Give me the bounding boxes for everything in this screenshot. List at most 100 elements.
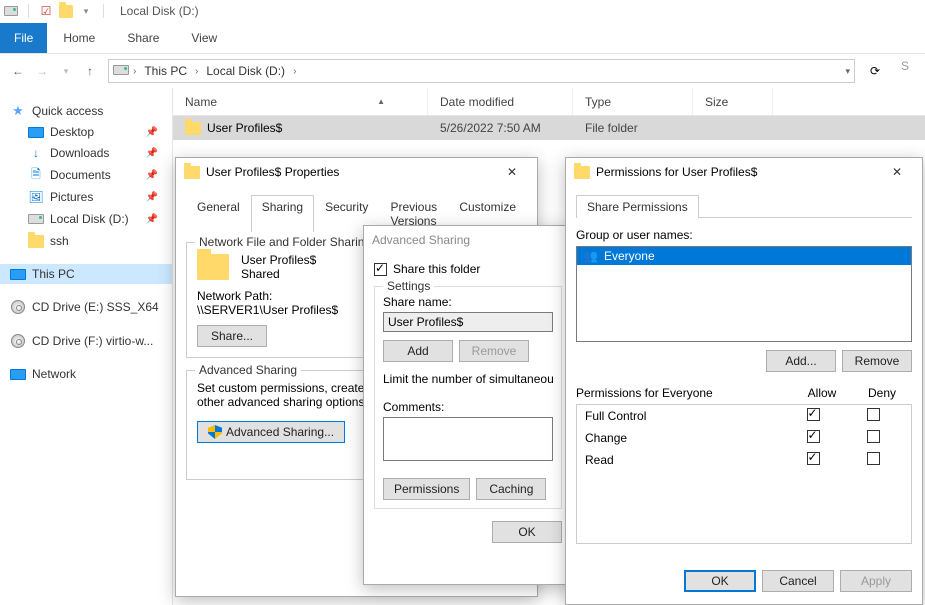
principals-listbox[interactable]: 👥 Everyone bbox=[576, 246, 912, 342]
column-size[interactable]: Size bbox=[693, 88, 773, 115]
column-date[interactable]: Date modified bbox=[428, 88, 573, 115]
add-principal-button[interactable]: Add... bbox=[766, 350, 836, 372]
desktop-icon bbox=[28, 127, 44, 138]
permissions-dialog: Permissions for User Profiles$ ✕ Share P… bbox=[565, 157, 923, 605]
recent-dropdown-icon[interactable]: ▾ bbox=[56, 61, 76, 81]
network-icon bbox=[10, 369, 26, 380]
nav-ssh[interactable]: ssh bbox=[0, 230, 172, 252]
share-name-input[interactable] bbox=[383, 312, 553, 332]
nav-quick-access[interactable]: ★ Quick access bbox=[0, 100, 172, 122]
back-button[interactable]: ← bbox=[8, 61, 28, 81]
dialog-title: User Profiles$ Properties bbox=[206, 165, 339, 179]
chevron-right-icon[interactable]: › bbox=[195, 66, 198, 77]
deny-change-checkbox[interactable] bbox=[867, 430, 880, 443]
tab-sharing[interactable]: Sharing bbox=[251, 195, 314, 232]
nav-desktop[interactable]: Desktop📌 bbox=[0, 122, 172, 142]
caching-button[interactable]: Caching bbox=[476, 478, 546, 500]
breadcrumb-segment[interactable]: This PC bbox=[140, 62, 191, 80]
breadcrumb-segment[interactable]: Local Disk (D:) bbox=[202, 62, 289, 80]
properties-checkmark-icon[interactable]: ☑ bbox=[39, 4, 53, 18]
downloads-icon: ↓ bbox=[28, 145, 44, 161]
allow-change-checkbox[interactable] bbox=[807, 430, 820, 443]
advanced-sharing-button[interactable]: Advanced Sharing... bbox=[197, 421, 345, 443]
documents-icon: 🗎 bbox=[28, 167, 44, 183]
permission-row: Read bbox=[577, 449, 911, 471]
comments-label: Comments: bbox=[383, 400, 553, 414]
up-button[interactable]: ↑ bbox=[80, 61, 100, 81]
share-button[interactable]: Share... bbox=[197, 325, 267, 347]
pin-icon: 📌 bbox=[146, 127, 158, 138]
nav-pictures[interactable]: 🖼Pictures📌 bbox=[0, 186, 172, 208]
nav-cd-drive-e[interactable]: CD Drive (E:) SSS_X64 bbox=[0, 296, 172, 318]
tab-share[interactable]: Share bbox=[111, 25, 175, 51]
ok-button[interactable]: OK bbox=[492, 521, 562, 543]
tab-home[interactable]: Home bbox=[47, 25, 111, 51]
tab-general[interactable]: General bbox=[186, 195, 251, 232]
share-name-label: User Profiles$ bbox=[241, 253, 316, 267]
principal-item[interactable]: 👥 Everyone bbox=[577, 247, 911, 265]
search-input[interactable]: S bbox=[895, 59, 917, 83]
list-item[interactable]: User Profiles$ 5/26/2022 7:50 AM File fo… bbox=[173, 116, 925, 140]
folder-icon bbox=[28, 233, 44, 249]
nav-this-pc[interactable]: This PC bbox=[0, 264, 172, 284]
chevron-right-icon[interactable]: › bbox=[133, 66, 136, 77]
ok-button[interactable]: OK bbox=[684, 570, 756, 592]
disc-icon bbox=[10, 333, 26, 349]
share-this-folder-checkbox[interactable]: Share this folder bbox=[374, 262, 562, 276]
column-type[interactable]: Type bbox=[573, 88, 693, 115]
share-name-label: Share name: bbox=[383, 295, 553, 309]
allow-read-checkbox[interactable] bbox=[807, 452, 820, 465]
close-button[interactable]: ✕ bbox=[495, 161, 529, 183]
shield-icon bbox=[208, 425, 222, 439]
nav-documents[interactable]: 🗎Documents📌 bbox=[0, 164, 172, 186]
deny-read-checkbox[interactable] bbox=[867, 452, 880, 465]
settings-group: Settings Share name: Add Remove Limit th… bbox=[374, 286, 562, 509]
disc-icon bbox=[10, 299, 26, 315]
close-button[interactable]: ✕ bbox=[880, 161, 914, 183]
file-tab[interactable]: File bbox=[0, 23, 47, 53]
folder-icon bbox=[59, 4, 73, 18]
dialog-title: Advanced Sharing bbox=[372, 233, 470, 247]
address-bar: ← → ▾ ↑ › This PC › Local Disk (D:) › ▾ … bbox=[0, 54, 925, 88]
dialog-titlebar[interactable]: User Profiles$ Properties ✕ bbox=[176, 158, 537, 186]
deny-full-control-checkbox[interactable] bbox=[867, 408, 880, 421]
allow-full-control-checkbox[interactable] bbox=[807, 408, 820, 421]
chevron-right-icon[interactable]: › bbox=[293, 66, 296, 77]
qat-dropdown-icon[interactable]: ▾ bbox=[79, 4, 93, 18]
nav-cd-drive-f[interactable]: CD Drive (F:) virtio-w... bbox=[0, 330, 172, 352]
permissions-for-label: Permissions for Everyone bbox=[576, 386, 792, 400]
folder-icon bbox=[185, 122, 201, 135]
comments-input[interactable] bbox=[383, 417, 553, 461]
forward-button[interactable]: → bbox=[32, 61, 52, 81]
add-share-button[interactable]: Add bbox=[383, 340, 453, 362]
cancel-button[interactable]: Cancel bbox=[762, 570, 834, 592]
tab-share-permissions[interactable]: Share Permissions bbox=[576, 195, 699, 218]
apply-button[interactable]: Apply bbox=[840, 570, 912, 592]
folder-icon bbox=[184, 166, 200, 179]
breadcrumb[interactable]: › This PC › Local Disk (D:) › ▾ bbox=[108, 59, 855, 83]
nav-downloads[interactable]: ↓Downloads📌 bbox=[0, 142, 172, 164]
remove-principal-button[interactable]: Remove bbox=[842, 350, 912, 372]
window-title: Local Disk (D:) bbox=[120, 4, 199, 18]
nav-network[interactable]: Network bbox=[0, 364, 172, 384]
limit-users-label: Limit the number of simultaneous users t… bbox=[383, 372, 553, 386]
refresh-button[interactable]: ⟳ bbox=[863, 59, 887, 83]
allow-header: Allow bbox=[792, 386, 852, 400]
group-or-user-names-label: Group or user names: bbox=[576, 228, 912, 242]
chevron-down-icon[interactable]: ▾ bbox=[845, 66, 850, 77]
remove-share-button[interactable]: Remove bbox=[459, 340, 529, 362]
dialog-titlebar[interactable]: Advanced Sharing bbox=[364, 226, 572, 254]
column-name[interactable]: Name▲ bbox=[173, 88, 428, 115]
permissions-table: Full Control Change Read bbox=[576, 404, 912, 544]
permissions-button[interactable]: Permissions bbox=[383, 478, 470, 500]
tab-view[interactable]: View bbox=[175, 25, 233, 51]
share-status: Shared bbox=[241, 267, 316, 281]
pin-icon: 📌 bbox=[146, 214, 158, 225]
drive-icon bbox=[113, 64, 129, 78]
sort-ascending-icon: ▲ bbox=[377, 97, 385, 106]
nav-local-disk-d[interactable]: Local Disk (D:)📌 bbox=[0, 208, 172, 230]
dialog-titlebar[interactable]: Permissions for User Profiles$ ✕ bbox=[566, 158, 922, 186]
folder-icon bbox=[197, 254, 229, 280]
drive-icon bbox=[4, 4, 18, 18]
permissions-tabs: Share Permissions bbox=[576, 194, 912, 218]
